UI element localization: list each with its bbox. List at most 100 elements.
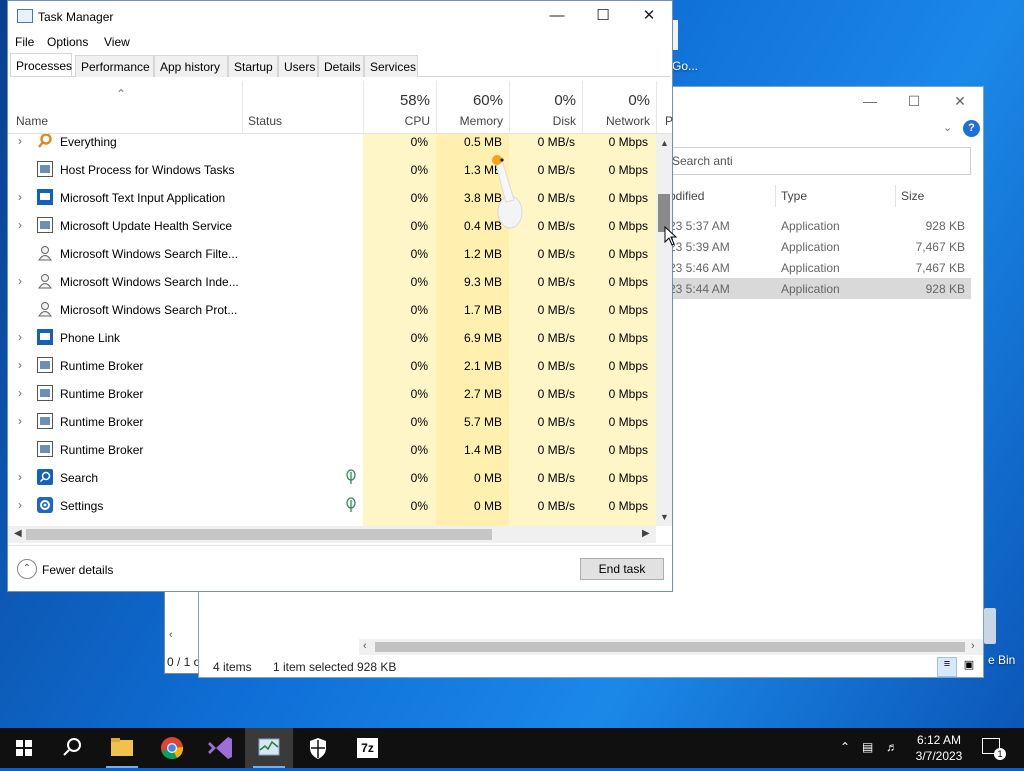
menu-file[interactable]: File: [15, 35, 34, 49]
power-label: P: [665, 114, 674, 128]
expand-chevron-icon[interactable]: ›: [18, 358, 22, 372]
tab-startup[interactable]: Startup: [228, 55, 278, 77]
expand-chevron-icon[interactable]: ›: [18, 414, 22, 428]
file-row[interactable]: 23 5:37 AM Application 928 KB: [665, 215, 971, 236]
process-row[interactable]: › Settings 0% 0 MB 0 MB/s 0 Mbps: [8, 492, 656, 520]
network-icon[interactable]: ▤: [862, 740, 873, 754]
process-net: 0 Mbps: [608, 499, 648, 513]
file-row[interactable]: 23 5:46 AM Application 7,467 KB: [665, 257, 971, 278]
tab-details[interactable]: Details: [318, 55, 364, 77]
window-icon: [37, 441, 53, 457]
end-task-button[interactable]: End task: [580, 558, 664, 580]
chrome-icon[interactable]: [148, 728, 196, 768]
column-network[interactable]: 0% Network: [582, 81, 656, 133]
scrollbar-thumb[interactable]: [26, 529, 492, 540]
scroll-left-arrow[interactable]: ‹: [169, 629, 173, 641]
column-size[interactable]: Size: [901, 189, 924, 203]
file-row[interactable]: 23 5:39 AM Application 7,467 KB: [665, 236, 971, 257]
search-icon[interactable]: [48, 728, 96, 768]
tab-performance[interactable]: Performance: [75, 55, 154, 77]
minimize-button[interactable]: —: [534, 1, 580, 31]
process-cpu: 0%: [410, 275, 428, 289]
desktop-icon-label[interactable]: Go...: [672, 59, 698, 73]
process-row[interactable]: › Microsoft Update Health Service 0% 0.4 MB…: [8, 212, 656, 240]
scroll-right-arrow[interactable]: ▶: [642, 528, 650, 539]
process-row[interactable]: › Search 0% 0 MB 0 MB/s 0 Mbps: [8, 464, 656, 492]
expand-chevron-icon[interactable]: ›: [18, 190, 22, 204]
scroll-left-arrow[interactable]: ◀: [14, 528, 22, 539]
7zip-icon[interactable]: 7z: [343, 728, 391, 768]
minimize-button[interactable]: —: [855, 93, 885, 113]
recycle-bin-label[interactable]: e Bin: [988, 653, 1015, 667]
column-disk[interactable]: 0% Disk: [509, 81, 582, 133]
expand-chevron-icon[interactable]: ›: [18, 386, 22, 400]
chevron-up-icon[interactable]: ⌃: [840, 740, 850, 754]
expand-chevron-icon[interactable]: ›: [18, 134, 22, 148]
scrollbar-thumb[interactable]: [375, 642, 965, 652]
process-row[interactable]: › Runtime Broker 0% 2.7 MB 0 MB/s 0 Mbps: [8, 380, 656, 408]
task-manager-icon[interactable]: [245, 728, 293, 768]
process-row[interactable]: › Everything 0% 0.5 MB 0 MB/s 0 Mbps: [8, 134, 656, 156]
details-view-icon[interactable]: ≡: [937, 657, 957, 677]
column-cpu[interactable]: 58% CPU: [363, 81, 436, 133]
process-row[interactable]: Microsoft Windows Search Filte... 0% 1.2 M…: [8, 240, 656, 268]
volume-icon[interactable]: ♬: [886, 740, 898, 754]
help-icon[interactable]: ?: [963, 120, 980, 137]
expand-chevron-icon[interactable]: ›: [18, 498, 22, 512]
column-power[interactable]: P: [656, 81, 674, 133]
process-row[interactable]: › Runtime Broker 0% 5.7 MB 0 MB/s 0 Mbps: [8, 408, 656, 436]
tab-services[interactable]: Services: [364, 55, 418, 77]
column-status[interactable]: Status: [248, 114, 282, 128]
chevron-down-icon[interactable]: ⌄: [943, 121, 952, 134]
process-row[interactable]: › Microsoft Windows Search Inde... 0% 9.3 M…: [8, 268, 656, 296]
menu-options[interactable]: Options: [47, 35, 88, 49]
column-type[interactable]: Type: [781, 189, 807, 203]
maximize-button[interactable]: ☐: [580, 1, 626, 31]
column-memory[interactable]: 60% Memory: [436, 81, 509, 133]
maximize-button[interactable]: ☐: [899, 93, 929, 113]
vertical-scrollbar[interactable]: ▲ ▼: [656, 134, 672, 526]
close-button[interactable]: ✕: [626, 1, 672, 31]
search-input[interactable]: Search anti: [665, 147, 971, 175]
column-modified[interactable]: odified: [669, 189, 704, 203]
scroll-down-arrow[interactable]: ▼: [660, 512, 669, 522]
close-button[interactable]: ✕: [945, 93, 975, 113]
scroll-right-arrow[interactable]: ›: [971, 640, 975, 652]
scroll-left-arrow[interactable]: ‹: [363, 640, 367, 652]
expand-chevron-icon[interactable]: ›: [18, 470, 22, 484]
process-row[interactable]: Runtime Broker 0% 1.4 MB 0 MB/s 0 Mbps: [8, 436, 656, 464]
file-row[interactable]: 23 5:44 AM Application 928 KB: [665, 278, 971, 299]
clock[interactable]: 6:12 AM 3/7/2023: [912, 732, 966, 764]
process-row[interactable]: Host Process for Windows Tasks 0% 1.3 MB 0 …: [8, 156, 656, 184]
expand-chevron-icon[interactable]: ›: [18, 330, 22, 344]
process-row[interactable]: › Microsoft Text Input Application 0% 3.8 M…: [8, 184, 656, 212]
process-row[interactable]: › Runtime Broker 0% 2.1 MB 0 MB/s 0 Mbps: [8, 352, 656, 380]
column-name[interactable]: Name: [16, 114, 48, 128]
tab-app-history[interactable]: App history: [154, 55, 228, 77]
file-explorer-icon[interactable]: [98, 728, 146, 768]
tab-processes[interactable]: Processes: [10, 53, 72, 76]
network-total: 0%: [628, 92, 650, 109]
fewer-details-button[interactable]: Fewer details: [42, 563, 113, 577]
file-modified: 23 5:37 AM: [669, 219, 730, 233]
tab-users[interactable]: Users: [278, 55, 318, 77]
horizontal-scrollbar[interactable]: ◀ ▶: [8, 526, 656, 543]
recycle-bin-icon[interactable]: [984, 608, 996, 644]
process-row[interactable]: Microsoft Windows Search Prot... 0% 1.7 MB…: [8, 296, 656, 324]
start-icon[interactable]: [0, 728, 48, 768]
tab-bar: Processes Performance App history Startu…: [10, 53, 670, 77]
horizontal-scrollbar[interactable]: ‹ ›: [359, 639, 983, 655]
process-row[interactable]: › Phone Link 0% 6.9 MB 0 MB/s 0 Mbps: [8, 324, 656, 352]
scroll-up-arrow[interactable]: ▲: [660, 138, 669, 148]
chevron-up-icon[interactable]: ⌃: [17, 559, 37, 579]
expand-chevron-icon[interactable]: ›: [18, 274, 22, 288]
menu-view[interactable]: View: [104, 35, 130, 49]
expand-chevron-icon[interactable]: ›: [18, 218, 22, 232]
large-icons-view-icon[interactable]: ▣: [959, 657, 979, 677]
security-icon[interactable]: [294, 728, 342, 768]
process-cpu: 0%: [410, 331, 428, 345]
visual-studio-icon[interactable]: [196, 728, 244, 768]
disk-label: Disk: [552, 114, 576, 128]
title-bar[interactable]: Task Manager — ☐ ✕: [8, 1, 672, 32]
process-disk: 0 MB/s: [537, 387, 575, 401]
